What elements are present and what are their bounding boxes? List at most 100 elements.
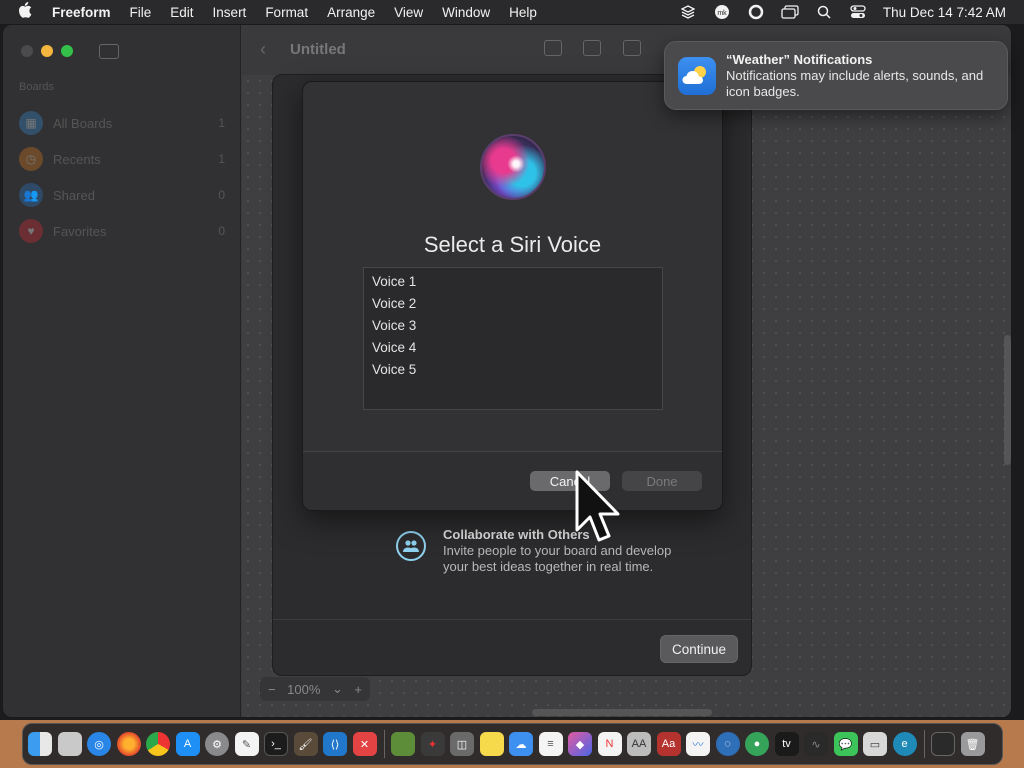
done-button[interactable]: Done <box>622 471 702 491</box>
sticky-note-icon[interactable] <box>544 40 562 56</box>
spotlight-search-icon[interactable] <box>815 4 833 20</box>
edge-icon[interactable]: e <box>892 732 917 756</box>
notification-title: “Weather” Notifications <box>726 52 873 67</box>
launchpad-icon[interactable] <box>57 732 82 756</box>
freeform-icon[interactable]: 〰 <box>686 732 710 756</box>
menu-window[interactable]: Window <box>442 5 490 20</box>
close-app-icon[interactable]: ✕ <box>352 732 377 756</box>
sidebar-item-count: 1 <box>218 116 225 130</box>
voice-option[interactable]: Voice 1 <box>364 270 662 292</box>
stocks-icon[interactable]: ∿ <box>804 732 828 756</box>
shapes-icon[interactable] <box>583 40 601 56</box>
siri-icon <box>480 134 546 200</box>
sidebar-toggle-icon[interactable] <box>99 44 119 59</box>
textedit-icon[interactable]: ✎ <box>234 732 259 756</box>
chrome-icon[interactable] <box>146 732 170 756</box>
control-center-icon[interactable] <box>849 4 867 20</box>
font-book-icon[interactable]: AA <box>627 732 651 756</box>
safari-icon[interactable]: ◎ <box>87 732 111 756</box>
sidebar: Boards ▦ All Boards 1 ◷ Recents 1 👥 Shar… <box>3 25 241 717</box>
text-box-icon[interactable] <box>623 40 641 56</box>
minimize-window-button[interactable] <box>41 45 53 57</box>
menu-bar-clock[interactable]: Thu Dec 14 7:42 AM <box>883 5 1006 20</box>
menu-edit[interactable]: Edit <box>170 5 193 20</box>
weather-notification[interactable]: “Weather” Notifications Notifications ma… <box>664 41 1008 110</box>
collaborate-description: Invite people to your board and develop … <box>443 543 672 574</box>
dock: ◎ A ⚙ ✎ ›_ 🖌 ⟨⟩ ✕ ✦ ◫ ☁ ≡ ◆ N AA Aa 〰 ◌ … <box>22 723 1003 765</box>
window-controls <box>21 45 81 57</box>
sidebar-item-favorites[interactable]: ♥ Favorites 0 <box>19 213 225 249</box>
finder-icon[interactable] <box>28 732 52 756</box>
screen-mirroring-icon[interactable] <box>781 4 799 20</box>
notification-body: Notifications may include alerts, sounds… <box>726 68 984 99</box>
sidebar-item-shared[interactable]: 👥 Shared 0 <box>19 177 225 213</box>
sidebar-heading: Boards <box>19 81 54 93</box>
shortcuts-icon[interactable]: ◆ <box>568 732 592 756</box>
menu-help[interactable]: Help <box>509 5 537 20</box>
menu-bar: Freeform File Edit Insert Format Arrange… <box>0 0 1024 24</box>
dictionary-icon[interactable]: Aa <box>656 732 681 756</box>
terminal-icon[interactable]: ›_ <box>264 732 288 756</box>
zoom-out-button[interactable]: − <box>268 682 276 697</box>
text-input-status-icon[interactable]: mk <box>713 4 731 20</box>
apple-menu-icon[interactable] <box>18 1 34 23</box>
sidebar-item-all-boards[interactable]: ▦ All Boards 1 <box>19 105 225 141</box>
dialog-footer: Cancel Done <box>303 452 722 510</box>
audio-icon[interactable]: ✦ <box>420 732 445 756</box>
collaborate-icon <box>396 531 426 561</box>
disk-icon[interactable]: ◌ <box>715 732 740 756</box>
window-icon[interactable] <box>931 732 955 756</box>
vscode-icon[interactable]: ⟨⟩ <box>323 732 347 756</box>
app-store-icon[interactable]: A <box>175 732 200 756</box>
zoom-level[interactable]: 100% <box>287 682 320 697</box>
menu-format[interactable]: Format <box>265 5 308 20</box>
firefox-icon[interactable] <box>116 732 141 756</box>
voice-option[interactable]: Voice 4 <box>364 336 662 358</box>
menu-arrange[interactable]: Arrange <box>327 5 375 20</box>
chevron-down-icon[interactable]: ⌄ <box>332 681 343 697</box>
trash-icon[interactable]: 🗑 <box>960 732 985 756</box>
reminders-icon[interactable]: ≡ <box>538 732 563 756</box>
weather-app-icon <box>678 57 716 95</box>
back-icon[interactable]: ‹ <box>260 39 266 60</box>
sidebar-item-label: All Boards <box>53 115 113 131</box>
appletv-icon[interactable]: tv <box>774 732 799 756</box>
menu-app-freeform[interactable]: Freeform <box>52 5 111 20</box>
messages-icon[interactable]: 💬 <box>833 732 858 756</box>
browser-icon[interactable]: ● <box>745 732 769 756</box>
menu-view[interactable]: View <box>394 5 423 20</box>
sidebar-item-label: Favorites <box>53 223 107 239</box>
clock-icon: ◷ <box>19 147 43 171</box>
voice-option[interactable]: Voice 3 <box>364 314 662 336</box>
sidebar-item-recents[interactable]: ◷ Recents 1 <box>19 141 225 177</box>
zoom-control: − 100% ⌄ + <box>260 677 370 701</box>
system-settings-icon[interactable]: ⚙ <box>205 732 229 756</box>
weather-icon[interactable]: ☁ <box>509 732 533 756</box>
heart-icon: ♥ <box>19 219 43 243</box>
notes-icon[interactable] <box>479 732 504 756</box>
voice-list: Voice 1 Voice 2 Voice 3 Voice 4 Voice 5 <box>363 267 663 410</box>
menu-file[interactable]: File <box>130 5 152 20</box>
continue-button[interactable]: Continue <box>660 635 738 663</box>
people-icon: 👥 <box>19 183 43 207</box>
brush-icon[interactable]: 🖌 <box>293 732 318 756</box>
boards-icon: ▦ <box>19 111 43 135</box>
close-window-button[interactable] <box>21 45 33 57</box>
board-title[interactable]: Untitled <box>290 41 346 58</box>
siri-voice-dialog: Select a Siri Voice Voice 1 Voice 2 Voic… <box>302 81 723 511</box>
voice-option[interactable]: Voice 2 <box>364 292 662 314</box>
layers-status-icon[interactable] <box>679 4 697 20</box>
vertical-scrollbar[interactable] <box>1004 335 1011 465</box>
sidebar-item-label: Shared <box>53 187 95 203</box>
voice-option[interactable]: Voice 5 <box>364 358 662 380</box>
zoom-window-button[interactable] <box>61 45 73 57</box>
dialog-title: Select a Siri Voice <box>423 232 602 257</box>
record-status-icon[interactable] <box>747 4 765 20</box>
minecraft-icon[interactable] <box>391 732 415 756</box>
preview-icon[interactable]: ▭ <box>863 732 887 756</box>
menu-insert[interactable]: Insert <box>213 5 247 20</box>
screenshot-icon[interactable]: ◫ <box>450 732 474 756</box>
zoom-in-button[interactable]: + <box>354 682 362 697</box>
horizontal-scrollbar[interactable] <box>532 709 712 716</box>
news-icon[interactable]: N <box>597 732 622 756</box>
